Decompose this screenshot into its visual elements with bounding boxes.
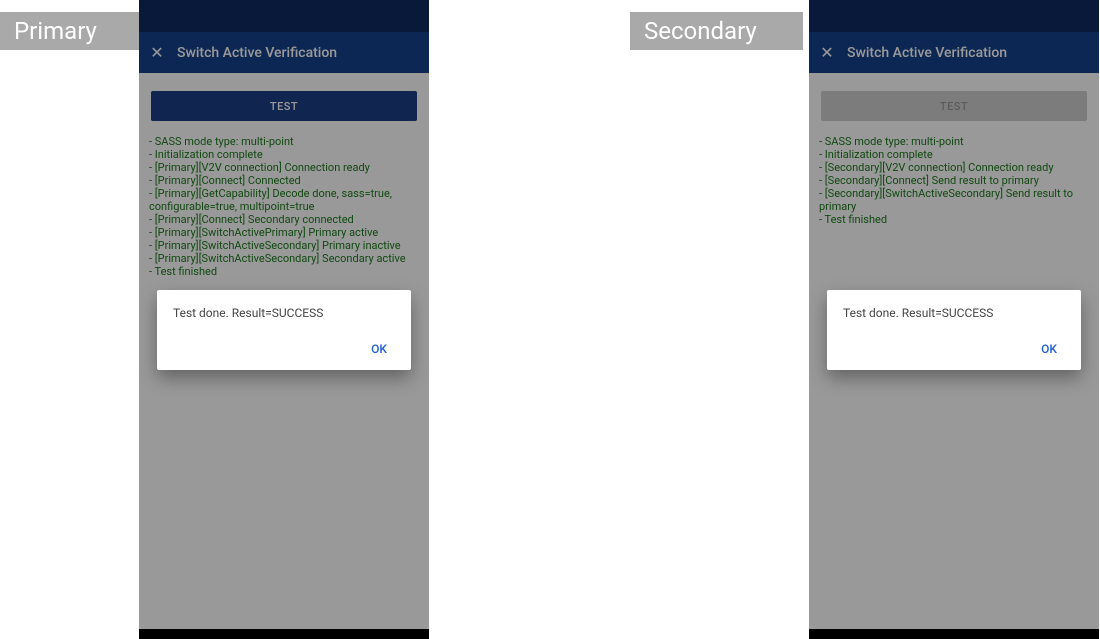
phone-primary: ✕ Switch Active Verification TEST - SASS… — [139, 0, 429, 639]
dialog-ok-button[interactable]: OK — [1033, 338, 1065, 360]
nav-bar — [139, 629, 429, 639]
log-output: - SASS mode type: multi-point- Initializ… — [819, 135, 1089, 226]
status-bar — [139, 0, 429, 32]
result-dialog: Test done. Result=SUCCESS OK — [827, 290, 1081, 370]
app-bar: ✕ Switch Active Verification — [809, 32, 1099, 73]
dialog-message: Test done. Result=SUCCESS — [173, 306, 395, 320]
app-bar: ✕ Switch Active Verification — [139, 32, 429, 73]
phone-secondary: ✕ Switch Active Verification TEST - SASS… — [809, 0, 1099, 639]
dialog-ok-button[interactable]: OK — [363, 338, 395, 360]
status-bar — [809, 0, 1099, 32]
result-dialog: Test done. Result=SUCCESS OK — [157, 290, 411, 370]
app-title: Switch Active Verification — [175, 45, 337, 61]
test-button[interactable]: TEST — [821, 91, 1087, 121]
app-title: Switch Active Verification — [845, 45, 1007, 61]
tag-secondary: Secondary — [630, 12, 803, 50]
log-output: - SASS mode type: multi-point- Initializ… — [149, 135, 419, 278]
tag-primary: Primary — [0, 12, 143, 50]
close-icon[interactable]: ✕ — [139, 45, 175, 61]
nav-bar — [809, 629, 1099, 639]
close-icon[interactable]: ✕ — [809, 45, 845, 61]
dialog-message: Test done. Result=SUCCESS — [843, 306, 1065, 320]
test-button[interactable]: TEST — [151, 91, 417, 121]
